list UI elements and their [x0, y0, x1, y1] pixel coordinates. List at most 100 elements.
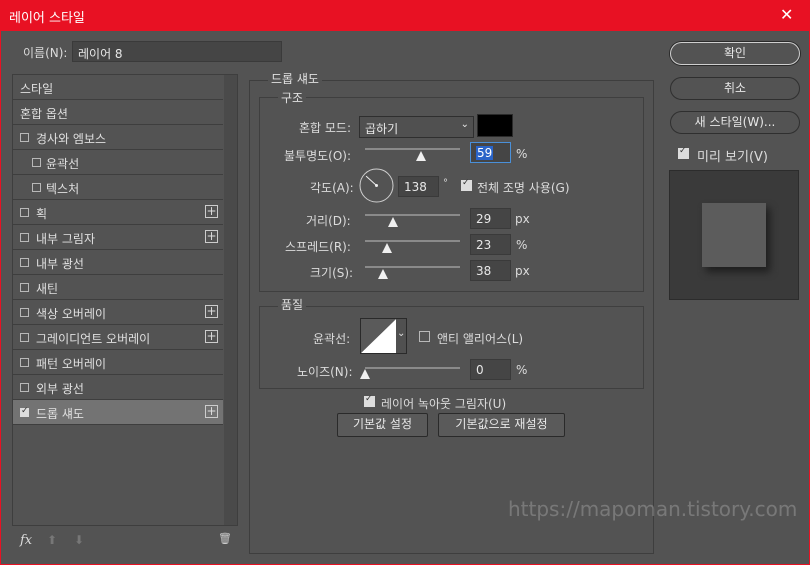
opacity-slider-thumb[interactable]: [416, 151, 427, 161]
size-slider-track[interactable]: [365, 266, 460, 268]
sidebar-item-label: 경사와 엠보스: [36, 132, 107, 146]
sidebar-item[interactable]: 외부 광선: [13, 375, 223, 400]
name-label: 이름(N):: [23, 46, 68, 60]
title-bar: [0, 0, 810, 31]
noise-label: 노이즈(N):: [297, 365, 353, 379]
size-input[interactable]: 38: [470, 260, 511, 281]
opacity-input[interactable]: 59: [470, 142, 511, 163]
sidebar-item-checkbox[interactable]: [32, 158, 41, 167]
spread-slider-track[interactable]: [365, 240, 460, 242]
noise-slider-track[interactable]: [365, 367, 460, 369]
sidebar-item[interactable]: 패턴 오버레이: [13, 350, 223, 375]
spread-input[interactable]: 23: [470, 234, 511, 255]
contour-label: 윤곽선:: [313, 332, 351, 346]
trash-icon[interactable]: 🗑: [218, 532, 232, 545]
sidebar-item-checkbox[interactable]: [20, 308, 29, 317]
blend-mode-select[interactable]: 곱하기 ⌄: [359, 116, 474, 138]
angle-input[interactable]: 138: [398, 176, 439, 197]
sidebar-item[interactable]: 내부 그림자 +: [13, 225, 223, 250]
add-effect-icon[interactable]: +: [205, 405, 218, 418]
sidebar-scrollbar[interactable]: [224, 75, 237, 525]
contour-picker[interactable]: ⌄: [360, 318, 407, 354]
sidebar-item-checkbox[interactable]: [20, 258, 29, 267]
spread-label: 스프레드(R):: [285, 240, 351, 254]
add-effect-icon[interactable]: +: [205, 205, 218, 218]
preview-swatch: [702, 203, 766, 267]
add-effect-icon[interactable]: +: [205, 330, 218, 343]
opacity-slider-track[interactable]: [365, 148, 460, 150]
chevron-down-icon: ⌄: [397, 328, 406, 339]
make-default-button[interactable]: 기본값 설정: [337, 413, 428, 437]
distance-slider-thumb[interactable]: [387, 217, 398, 227]
move-down-icon[interactable]: ⬇: [74, 533, 84, 547]
knockout-checkbox[interactable]: [364, 394, 375, 407]
sidebar-item[interactable]: 드롭 섀도 +: [13, 400, 223, 425]
blend-mode-label: 혼합 모드:: [299, 121, 352, 135]
shadow-color-swatch[interactable]: [477, 114, 513, 137]
spread-unit: %: [516, 238, 528, 252]
sidebar-item[interactable]: 색상 오버레이 +: [13, 300, 223, 325]
ok-button[interactable]: 확인: [670, 42, 800, 65]
spread-slider-thumb[interactable]: [381, 243, 392, 253]
quality-legend: 품질: [278, 296, 307, 313]
close-icon[interactable]: ✕: [780, 5, 793, 24]
distance-input[interactable]: 29: [470, 208, 511, 229]
sidebar-item-checkbox[interactable]: [20, 283, 29, 292]
move-up-icon[interactable]: ⬆: [47, 533, 57, 547]
sidebar-item-checkbox[interactable]: [20, 333, 29, 342]
sidebar-item-label: 새틴: [36, 282, 59, 296]
sidebar-item[interactable]: 윤곽선: [13, 150, 223, 175]
antialias-checkbox[interactable]: [419, 331, 430, 342]
noise-input[interactable]: 0: [470, 359, 511, 380]
blend-mode-value: 곱하기: [365, 122, 399, 136]
sidebar-item[interactable]: 텍스처: [13, 175, 223, 200]
add-effect-icon[interactable]: +: [205, 230, 218, 243]
angle-unit: °: [443, 178, 448, 189]
fx-icon[interactable]: fx: [20, 533, 32, 548]
sidebar-item[interactable]: 그레이디언트 오버레이 +: [13, 325, 223, 350]
sidebar-item-checkbox[interactable]: [20, 358, 29, 367]
layer-name-input[interactable]: 레이어 8: [72, 41, 282, 62]
contour-preview-icon: [361, 319, 396, 353]
structure-legend: 구조: [278, 89, 307, 106]
watermark: https://mapoman.tistory.com: [508, 497, 798, 521]
opacity-unit: %: [516, 147, 528, 161]
sidebar-item-label: 스타일: [20, 82, 54, 96]
noise-unit: %: [516, 363, 528, 377]
sidebar-item[interactable]: 스타일: [13, 75, 223, 100]
sidebar-list: 스타일 혼합 옵션 경사와 엠보스 윤곽선 텍스처 획 + 내부 그림자 + 내부 광선 새틴 색상 …: [13, 75, 223, 425]
preview-checkbox[interactable]: [678, 146, 689, 159]
add-effect-icon[interactable]: +: [205, 305, 218, 318]
reset-default-button[interactable]: 기본값으로 재설정: [438, 413, 565, 437]
size-unit: px: [515, 264, 530, 278]
size-label: 크기(S):: [310, 266, 354, 280]
sidebar-item-label: 획: [36, 207, 48, 221]
sidebar-item-label: 색상 오버레이: [36, 307, 107, 321]
knockout-label: 레이어 녹아웃 그림자(U): [381, 397, 507, 411]
sidebar-item-checkbox[interactable]: [20, 383, 29, 392]
noise-slider-thumb[interactable]: [360, 369, 370, 379]
chevron-down-icon: ⌄: [460, 119, 469, 130]
sidebar-item-checkbox[interactable]: [32, 183, 41, 192]
sidebar-item-checkbox[interactable]: [20, 233, 29, 242]
sidebar-item[interactable]: 새틴: [13, 275, 223, 300]
sidebar-item-checkbox[interactable]: [20, 208, 29, 217]
antialias-label: 앤티 앨리어스(L): [437, 332, 524, 346]
size-slider-thumb[interactable]: [378, 269, 389, 279]
sidebar-item-label: 내부 광선: [36, 257, 84, 271]
cancel-button[interactable]: 취소: [670, 77, 800, 100]
sidebar-item[interactable]: 내부 광선: [13, 250, 223, 275]
sidebar-item[interactable]: 경사와 엠보스: [13, 125, 223, 150]
new-style-button[interactable]: 새 스타일(W)...: [670, 111, 800, 134]
distance-slider-track[interactable]: [365, 214, 460, 216]
distance-unit: px: [515, 212, 530, 226]
global-light-checkbox[interactable]: [461, 178, 472, 191]
sidebar-item-checkbox[interactable]: [20, 406, 29, 417]
angle-needle: [365, 175, 377, 186]
sidebar-item[interactable]: 혼합 옵션: [13, 100, 223, 125]
sidebar-item-checkbox[interactable]: [20, 133, 29, 142]
sidebar-item-label: 드롭 섀도: [36, 407, 84, 421]
angle-dial[interactable]: [359, 168, 394, 203]
sidebar-item-label: 텍스처: [46, 182, 80, 196]
sidebar-item[interactable]: 획 +: [13, 200, 223, 225]
